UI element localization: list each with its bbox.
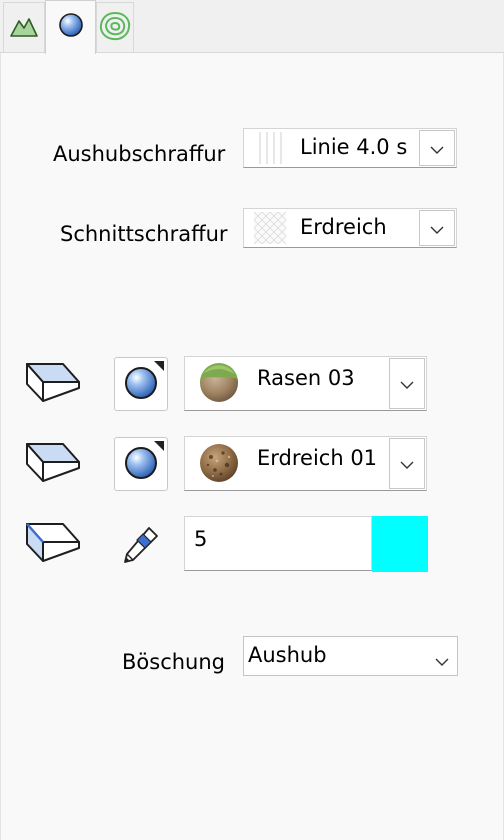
section-hatch-dropdown[interactable]: Erdreich [243,208,457,248]
slope-dropdown[interactable]: Aushub [243,636,458,676]
top-surface-material-dropdown[interactable]: Rasen 03 [184,356,427,411]
section-hatch-dropdown-button[interactable] [419,210,455,246]
line-color-swatch[interactable] [372,516,428,572]
excavation-hatch-value: Linie 4.0 s [300,135,408,159]
chevron-down-icon [430,219,444,238]
terrain-mountain-icon [9,13,39,43]
chevron-down-icon [400,374,414,393]
excavation-hatch-dropdown[interactable]: Linie 4.0 s [243,128,457,168]
grass-material-icon [199,363,239,403]
tab-material[interactable] [45,0,96,54]
chevron-down-icon [430,139,444,158]
solid-top-face-icon [25,438,81,488]
tab-terrain[interactable] [3,2,45,53]
chevron-down-icon [400,454,414,473]
side-surface-material-dropdown[interactable]: Erdreich 01 [184,436,427,491]
slope-label: Böschung [122,650,226,674]
solid-top-face-icon [25,358,81,408]
material-picker-button[interactable] [114,357,168,411]
side-surface-material-dropdown-button[interactable] [389,438,425,489]
soil-material-icon [199,443,239,483]
pen-thickness-value: 5 [194,527,208,551]
corner-indicator [154,441,164,451]
solid-edge-icon [25,518,81,568]
side-surface-material-value: Erdreich 01 [257,446,378,470]
chevron-down-icon [435,651,449,670]
material-picker-button[interactable] [114,437,168,491]
pen-thickness-field[interactable]: 5 [184,516,372,571]
top-surface-material-value: Rasen 03 [257,366,355,390]
pen-icon[interactable] [119,522,163,570]
tab-strip [0,0,504,54]
tab-contours[interactable] [96,2,134,53]
settings-panel: Aushubschraffur Linie 4.0 s Schnittschra… [0,53,504,840]
excavation-hatch-label: Aushubschraffur [53,142,226,166]
material-sphere-icon [57,12,85,44]
section-hatch-value: Erdreich [300,215,387,239]
slope-value: Aushub [248,643,327,667]
contour-lines-icon [98,10,132,46]
top-surface-material-dropdown-button[interactable] [389,358,425,409]
corner-indicator [154,361,164,371]
section-hatch-label: Schnittschraffur [60,222,228,246]
excavation-hatch-dropdown-button[interactable] [419,130,455,166]
line-hatch-swatch [254,132,286,164]
crosshatch-swatch [253,211,287,245]
